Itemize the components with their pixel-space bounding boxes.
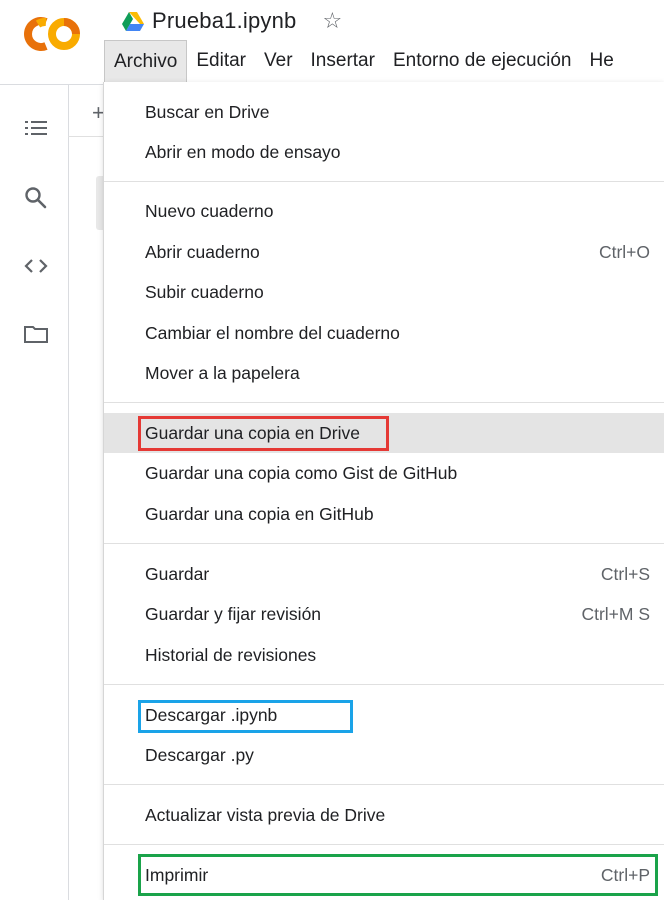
- left-sidebar: [0, 85, 69, 900]
- search-icon[interactable]: [23, 185, 49, 211]
- menu-insertar[interactable]: Insertar: [302, 40, 384, 82]
- folder-icon[interactable]: [23, 321, 49, 347]
- menu-ver[interactable]: Ver: [255, 40, 302, 82]
- menu-item-buscar-drive[interactable]: Buscar en Drive: [104, 92, 664, 132]
- menu-entorno[interactable]: Entorno de ejecución: [384, 40, 581, 82]
- menu-item-modo-ensayo[interactable]: Abrir en modo de ensayo: [104, 132, 664, 172]
- add-cell-plus-icon[interactable]: +: [92, 100, 105, 126]
- shortcut-text: Ctrl+M S: [581, 603, 650, 624]
- colab-logo[interactable]: [24, 14, 84, 54]
- table-of-contents-icon[interactable]: [23, 115, 49, 141]
- menu-item-guardar[interactable]: Guardar Ctrl+S: [104, 554, 664, 594]
- menu-item-guardar-github[interactable]: Guardar una copia en GitHub: [104, 494, 664, 534]
- star-icon[interactable]: ☆: [322, 10, 342, 32]
- menu-item-guardar-copia-drive[interactable]: Guardar una copia en Drive: [104, 413, 664, 453]
- menu-separator: [104, 844, 664, 845]
- archivo-dropdown-menu: Buscar en Drive Abrir en modo de ensayo …: [104, 82, 664, 900]
- menu-item-subir-cuaderno[interactable]: Subir cuaderno: [104, 272, 664, 312]
- menu-item-guardar-gist[interactable]: Guardar una copia como Gist de GitHub: [104, 453, 664, 493]
- menu-bar: Archivo Editar Ver Insertar Entorno de e…: [104, 40, 664, 82]
- shortcut-text: Ctrl+P: [600, 864, 650, 885]
- menu-separator: [104, 684, 664, 685]
- menu-item-imprimir[interactable]: Imprimir Ctrl+P: [104, 855, 664, 895]
- notebook-title-bar: Prueba1.ipynb ☆: [122, 4, 342, 38]
- shortcut-text: Ctrl+O: [598, 241, 650, 262]
- menu-separator: [104, 402, 664, 403]
- menu-help[interactable]: He: [580, 40, 622, 82]
- menu-item-actualizar-vista[interactable]: Actualizar vista previa de Drive: [104, 795, 664, 835]
- menu-item-guardar-fijar[interactable]: Guardar y fijar revisión Ctrl+M S: [104, 594, 664, 634]
- google-drive-icon: [122, 12, 144, 31]
- menu-item-papelera[interactable]: Mover a la papelera: [104, 353, 664, 393]
- menu-item-nuevo-cuaderno[interactable]: Nuevo cuaderno: [104, 191, 664, 231]
- menu-item-abrir-cuaderno[interactable]: Abrir cuaderno Ctrl+O: [104, 232, 664, 272]
- menu-item-descargar-py[interactable]: Descargar .py: [104, 735, 664, 775]
- menu-separator: [104, 784, 664, 785]
- menu-separator: [104, 543, 664, 544]
- menu-editar[interactable]: Editar: [187, 40, 255, 82]
- menu-item-renombrar[interactable]: Cambiar el nombre del cuaderno: [104, 313, 664, 353]
- code-snippets-icon[interactable]: [23, 253, 49, 279]
- menu-archivo[interactable]: Archivo: [104, 40, 188, 82]
- menu-item-descargar-ipynb[interactable]: Descargar .ipynb: [104, 695, 664, 735]
- notebook-title[interactable]: Prueba1.ipynb: [152, 8, 296, 34]
- menu-separator: [104, 181, 664, 182]
- shortcut-text: Ctrl+S: [600, 563, 650, 584]
- menu-item-historial[interactable]: Historial de revisiones: [104, 635, 664, 675]
